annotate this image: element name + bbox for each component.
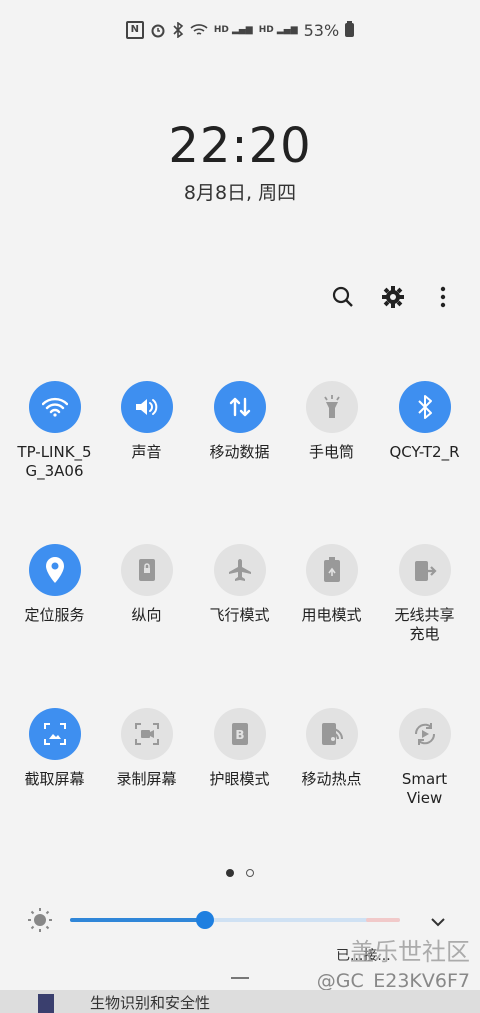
data-arrows-icon[interactable] — [213, 381, 266, 433]
wireless-share-icon[interactable] — [398, 544, 451, 596]
sun-icon — [28, 908, 52, 936]
quick-tile-label: 移动数据 — [209, 443, 270, 461]
page-dot-active[interactable] — [226, 869, 234, 877]
page-dot[interactable] — [246, 869, 254, 877]
quick-tile-label: Smart View — [401, 770, 448, 807]
quick-tile-airplane[interactable]: 飞行模式 — [193, 544, 286, 625]
quick-tile-wireless-share[interactable]: 无线共享 充电 — [378, 544, 471, 644]
slider-fill — [70, 918, 206, 922]
page-indicator — [0, 869, 480, 877]
quick-tile-portrait-lock[interactable]: 纵向 — [100, 544, 193, 625]
search-icon[interactable] — [330, 284, 356, 310]
more-vertical-icon[interactable] — [430, 284, 456, 310]
hotspot-icon[interactable] — [305, 708, 358, 760]
background-app-text: 生物识别和安全性 — [90, 994, 211, 1012]
quick-tile-flashlight[interactable]: 手电筒 — [285, 381, 378, 462]
smart-view-icon[interactable] — [398, 708, 451, 760]
portrait-lock-icon[interactable] — [120, 544, 173, 596]
quick-tile-screen-record[interactable]: 录制屏幕 — [100, 708, 193, 789]
chevron-down-icon[interactable] — [430, 913, 446, 932]
airplane-icon[interactable] — [213, 544, 266, 596]
hd-signal-icon: HD ▂▄▆ — [213, 25, 253, 35]
quick-tile-label: 声音 — [131, 443, 162, 461]
drag-handle[interactable] — [231, 977, 249, 979]
screen-record-icon[interactable] — [120, 708, 173, 760]
battery-percent: 53% — [303, 20, 340, 40]
clock-date[interactable]: 8月8日, 周四 — [0, 178, 480, 205]
quick-tile-volume[interactable]: 声音 — [100, 381, 193, 462]
app-icon — [38, 994, 54, 1013]
quick-tile-data-arrows[interactable]: 移动数据 — [193, 381, 286, 462]
quick-tile-label: 护眼模式 — [209, 770, 270, 788]
quick-tile-label: 飞行模式 — [209, 606, 270, 624]
svg-text:B: B — [235, 728, 244, 742]
quick-tile-label: QCY-T2_R — [389, 443, 460, 461]
quick-tile-bluetooth[interactable]: QCY-T2_R — [378, 381, 471, 462]
quick-tile-label: 移动热点 — [301, 770, 362, 788]
quick-tile-label: TP-LINK_5 G_3A06 — [17, 443, 92, 480]
location-icon[interactable] — [28, 544, 81, 596]
quick-tile-label: 定位服务 — [24, 606, 85, 624]
watermark-community: 盖乐世社区 — [350, 938, 470, 966]
quick-tile-smart-view[interactable]: Smart View — [378, 708, 471, 808]
quick-tile-label: 手电筒 — [308, 443, 354, 461]
quick-tile-label: 录制屏幕 — [116, 770, 177, 788]
quick-tile-power-mode[interactable]: 用电模式 — [285, 544, 378, 625]
wifi-status-icon — [190, 21, 208, 39]
gear-icon[interactable] — [380, 284, 406, 310]
quick-tile-screenshot[interactable]: 截取屏幕 — [8, 708, 101, 789]
quick-tile-label: 截取屏幕 — [24, 770, 85, 788]
bluetooth-status-icon — [172, 21, 184, 39]
flashlight-icon[interactable] — [305, 381, 358, 433]
volume-icon[interactable] — [120, 381, 173, 433]
quick-tile-label: 纵向 — [131, 606, 162, 624]
hd-signal-icon-2: HD ▂▄▆ — [258, 25, 298, 35]
quick-tile-hotspot[interactable]: 移动热点 — [285, 708, 378, 789]
clock-time[interactable]: 22:20 — [0, 118, 480, 174]
nfc-icon: N — [125, 21, 144, 39]
bluetooth-icon[interactable] — [398, 381, 451, 433]
status-bar: N HD ▂▄▆ HD ▂▄▆ 53% — [0, 18, 480, 42]
background-app-strip: 生物识别和安全性 — [0, 990, 480, 1013]
slider-thumb[interactable] — [196, 911, 215, 929]
brightness-slider[interactable] — [70, 911, 400, 929]
watermark-user: @GC_E23KV6F7 — [316, 970, 470, 992]
quick-tile-wifi[interactable]: TP-LINK_5 G_3A06 — [8, 381, 101, 481]
power-mode-icon[interactable] — [305, 544, 358, 596]
eye-comfort-icon[interactable]: B — [213, 708, 266, 760]
quick-tile-label: 用电模式 — [301, 606, 362, 624]
quick-tile-location[interactable]: 定位服务 — [8, 544, 101, 625]
quick-tile-eye-comfort[interactable]: B 护眼模式 — [193, 708, 286, 789]
panel-actions — [330, 284, 456, 310]
quick-tile-label: 无线共享 充电 — [394, 606, 455, 643]
battery-icon — [345, 21, 355, 37]
brightness-row — [0, 905, 480, 935]
slider-overflow — [366, 918, 400, 922]
wifi-icon[interactable] — [28, 381, 81, 433]
alarm-icon — [150, 21, 166, 39]
screenshot-icon[interactable] — [28, 708, 81, 760]
